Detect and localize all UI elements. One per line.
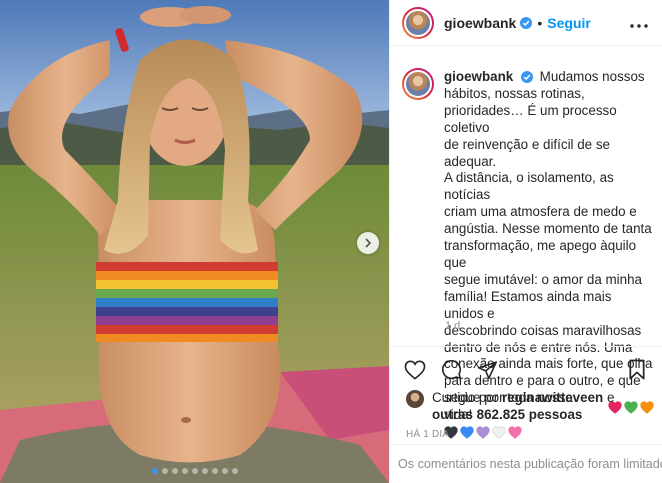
heart-emoji-icon	[476, 426, 490, 439]
carousel-dot	[201, 468, 208, 474]
carousel-dot	[231, 468, 238, 474]
heart-icon[interactable]	[404, 360, 426, 380]
emoji-hearts-inline	[608, 400, 654, 414]
likes-summary: Curtido por reginawitteveen e outras 862…	[406, 389, 614, 423]
action-bar	[390, 346, 662, 392]
carousel-next-button[interactable]	[357, 232, 379, 254]
caption-line: hábitos, nossas rotinas,	[444, 85, 585, 101]
liker-username[interactable]: reginawitteveen	[502, 390, 603, 405]
carousel-dot	[191, 468, 198, 474]
caption-line: Mudamos nossos	[539, 69, 645, 84]
photo-illustration	[0, 0, 389, 483]
carousel-dot	[151, 468, 158, 474]
caption-time[interactable]: 1 d	[445, 320, 460, 332]
liker-avatar[interactable]	[406, 390, 424, 408]
separator-bullet: •	[537, 14, 543, 31]
caption-line: A distância, o isolamento, as notícias	[444, 170, 614, 203]
bookmark-icon[interactable]	[628, 359, 646, 380]
follow-button[interactable]: Seguir	[547, 15, 591, 31]
caption-line: criam uma atmosfera de medo e	[444, 204, 637, 220]
post-author-username[interactable]: gioewbank	[444, 15, 516, 31]
heart-emoji-icon	[508, 426, 522, 439]
carousel-dot	[161, 468, 168, 474]
post-header: gioewbank • Seguir	[390, 0, 662, 46]
heart-emoji-icon	[624, 400, 638, 414]
caption-line: transformação, me apego àquilo que	[444, 238, 637, 270]
caption-line: segue imutável: o amor da minha	[444, 271, 642, 287]
post-side-panel: gioewbank • Seguir gioewbank Mudamos nos…	[389, 0, 662, 483]
carousel-dot	[171, 468, 178, 474]
comments-limited-notice: Os comentários nesta publicação foram li…	[390, 444, 662, 483]
caption-username[interactable]: gioewbank	[444, 69, 513, 84]
likes-count-link[interactable]: outras 862.825 pessoas	[432, 407, 582, 422]
heart-emoji-icon	[640, 400, 654, 414]
emoji-hearts-row	[444, 426, 654, 439]
post-photo[interactable]	[0, 0, 389, 483]
caption-line: descobrindo coisas maravilhosas	[444, 322, 642, 338]
likes-text: Curtido por reginawitteveen e outras 862…	[432, 389, 614, 423]
carousel-dot	[211, 468, 218, 474]
heart-emoji-icon	[492, 426, 506, 439]
caption-avatar[interactable]	[402, 68, 434, 100]
comment-icon[interactable]	[441, 359, 462, 380]
verified-badge-icon	[520, 71, 533, 83]
carousel-indicator	[0, 468, 389, 474]
carousel-dot	[221, 468, 228, 474]
likes-conjunction: e	[606, 390, 615, 405]
caption-line: de reinvenção e difícil de se adequar.	[444, 136, 610, 169]
more-options-icon[interactable]	[630, 15, 648, 31]
next-arrow-icon	[365, 238, 372, 248]
carousel-dot	[181, 468, 188, 474]
avatar[interactable]	[402, 6, 434, 39]
rainbow-top	[96, 262, 278, 342]
posted-ago[interactable]: HÁ 1 DIA	[406, 429, 449, 440]
share-icon[interactable]	[477, 360, 498, 380]
heart-emoji-icon	[460, 426, 474, 439]
caption-line: prioridades… É um processo coletivo	[444, 102, 617, 135]
verified-badge-icon	[520, 16, 533, 29]
likes-prefix: Curtido por	[432, 390, 499, 405]
caption-line: angústia. Nesse momento de tanta	[444, 221, 652, 237]
caption-line: família! Estamos ainda mais unidos e	[444, 288, 612, 321]
